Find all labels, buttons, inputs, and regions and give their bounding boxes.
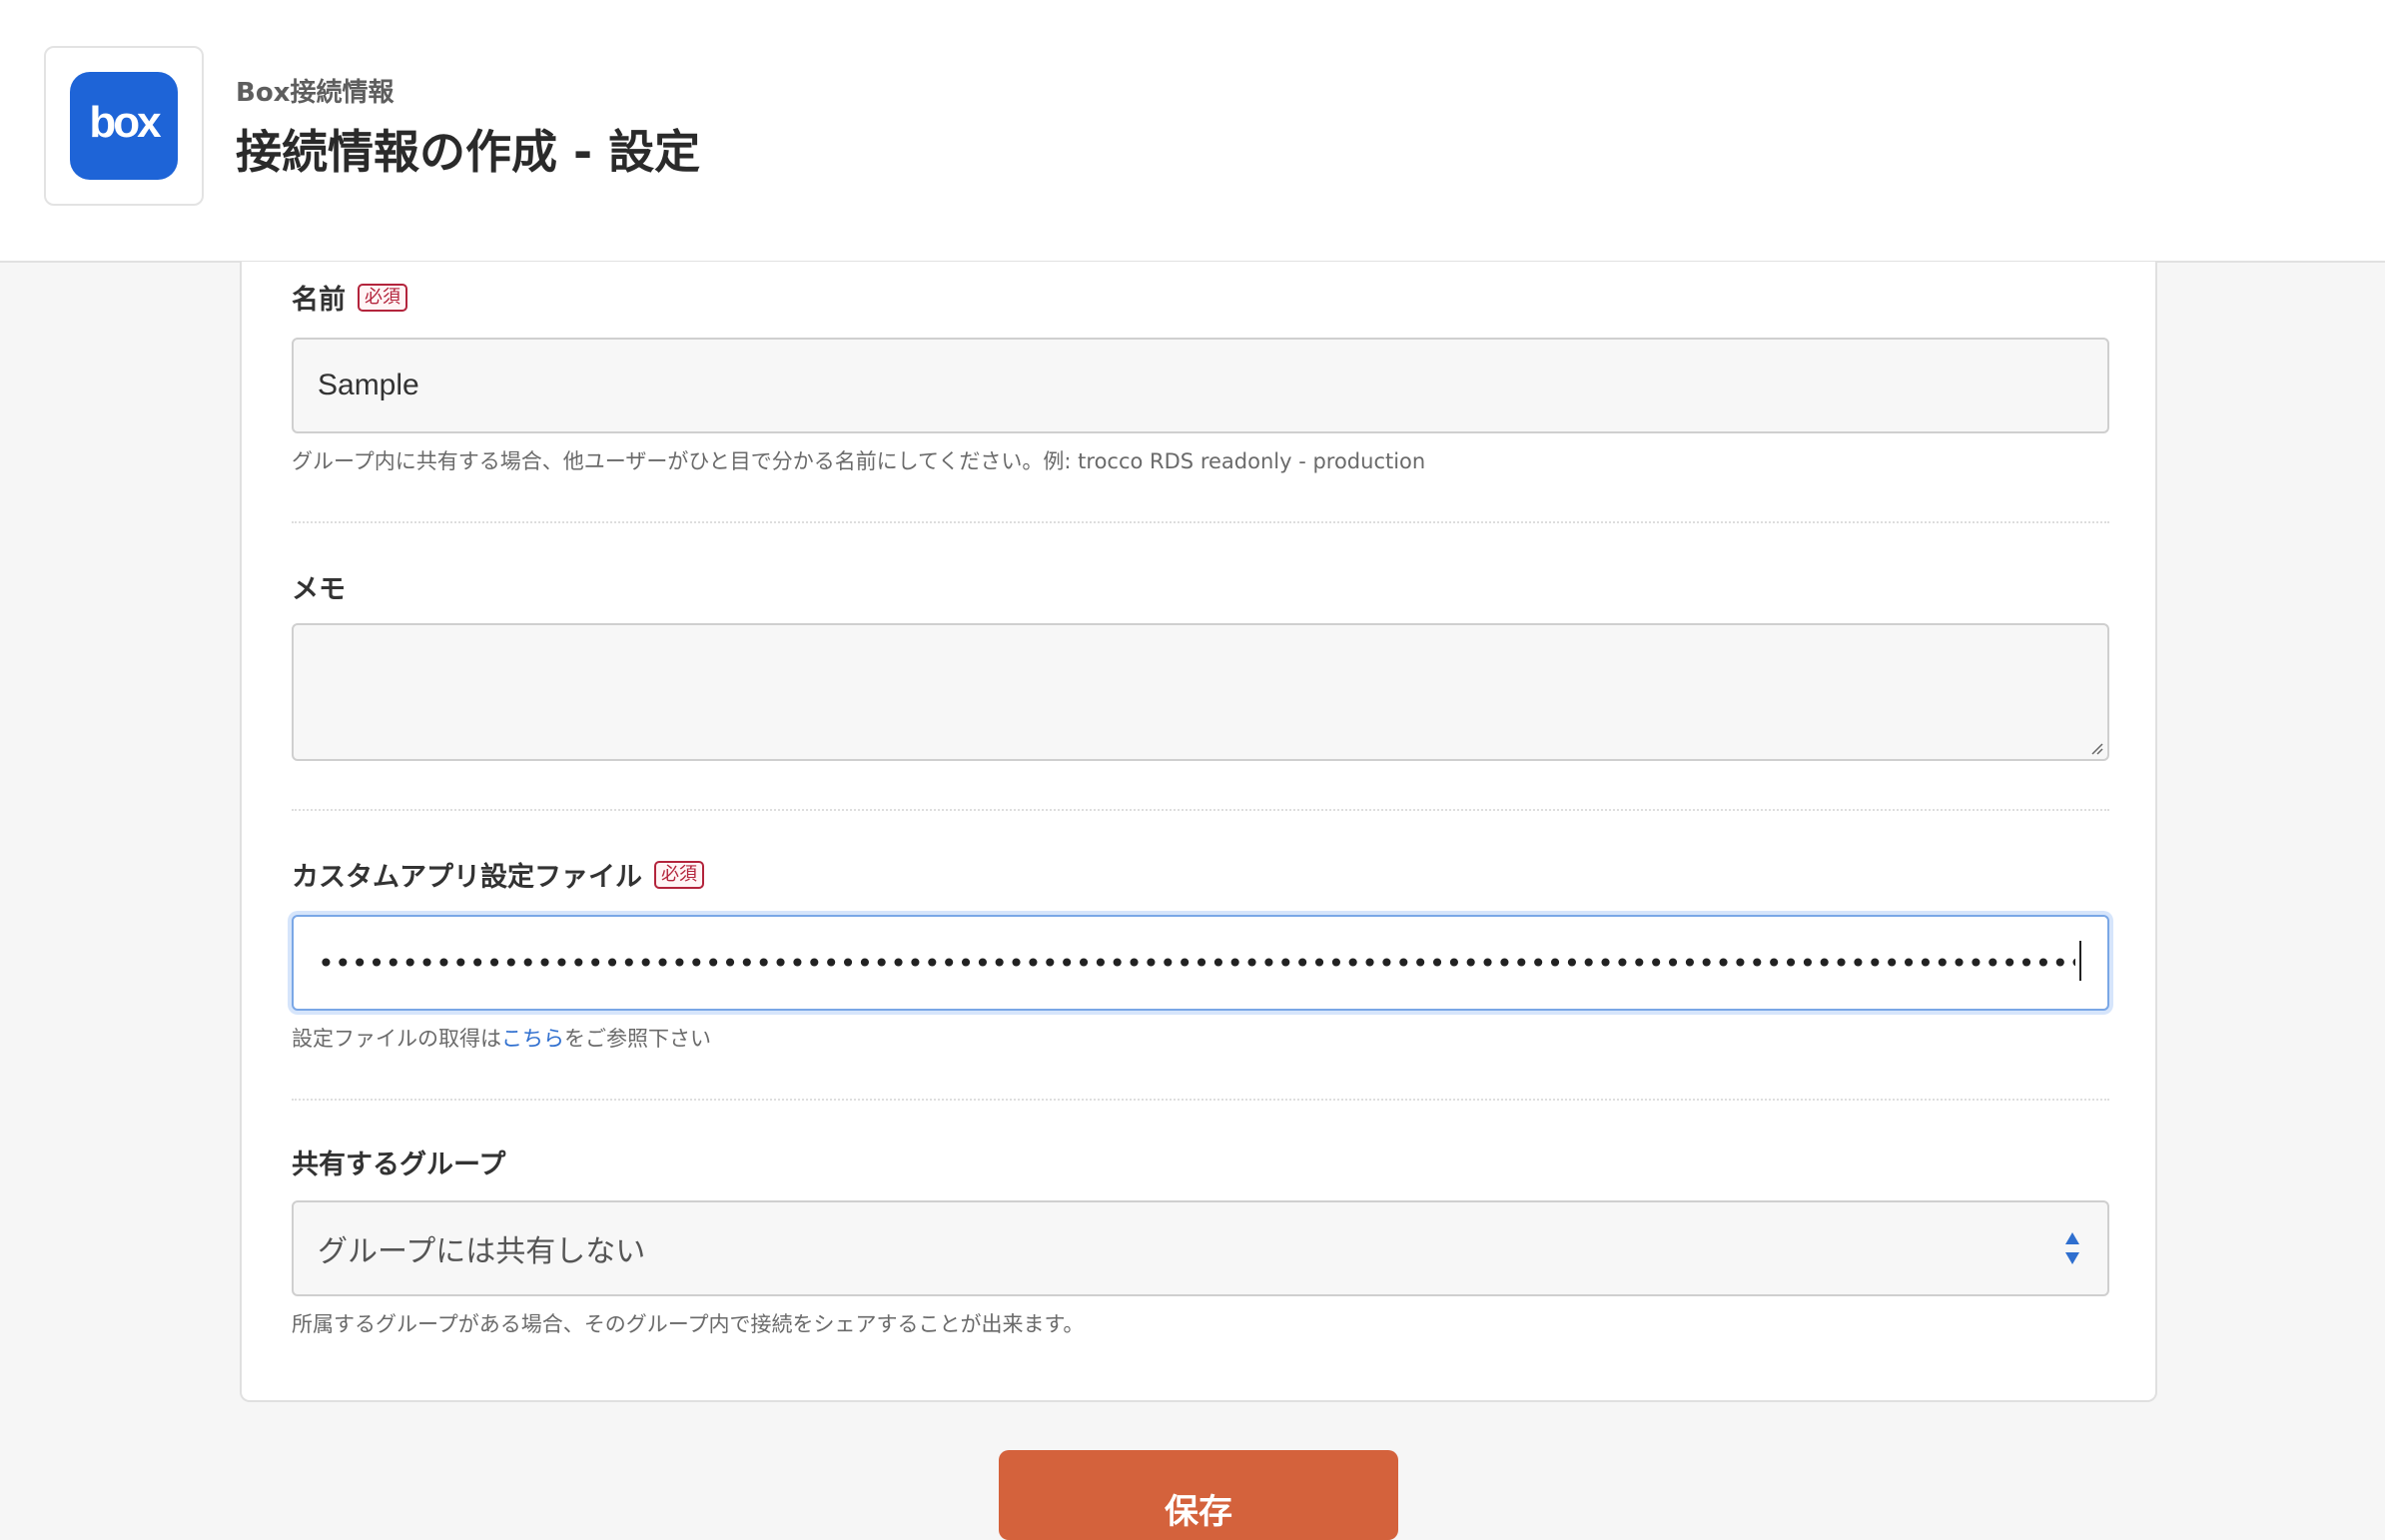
box-logo-tile: box (70, 72, 178, 180)
required-badge: 必須 (358, 283, 407, 312)
name-label: 名前 必須 (292, 278, 407, 317)
memo-textarea[interactable] (292, 623, 2109, 761)
share-group-help: 所属するグループがある場合、そのグループ内で接続をシェアすることが出来ます。 (292, 1312, 1085, 1336)
help-prefix: 設定ファイルの取得は (292, 1027, 501, 1051)
share-group-label: 共有するグループ (292, 1143, 505, 1181)
divider (292, 521, 2109, 523)
text-caret (2079, 941, 2081, 981)
name-label-text: 名前 (292, 285, 346, 316)
page-header: box Box接続情報 接続情報の作成 - 設定 (0, 0, 2385, 263)
custom-app-file-label: カスタムアプリ設定ファイル 必須 (292, 855, 704, 894)
select-arrows-icon (2065, 1232, 2079, 1264)
custom-app-file-input[interactable]: ••••••••••••••••••••••••••••••••••••••••… (292, 915, 2109, 1011)
resize-grip-icon[interactable] (2089, 741, 2103, 755)
required-badge: 必須 (654, 860, 704, 889)
memo-label: メモ (292, 567, 346, 606)
custom-app-file-help: 設定ファイルの取得はこちらをご参照下さい (292, 1023, 711, 1053)
name-input[interactable]: Sample (292, 338, 2109, 433)
help-link[interactable]: こちら (501, 1027, 564, 1051)
breadcrumb[interactable]: Box接続情報 (236, 72, 394, 109)
form-card: 名前 必須 Sample グループ内に共有する場合、他ユーザーがひと目で分かる名… (240, 262, 2157, 1402)
custom-app-file-label-text: カスタムアプリ設定ファイル (292, 862, 642, 893)
help-suffix: をご参照下さい (564, 1027, 711, 1051)
share-group-label-text: 共有するグループ (292, 1150, 506, 1180)
box-logo: box (44, 46, 204, 206)
custom-app-file-masked-value: ••••••••••••••••••••••••••••••••••••••••… (318, 946, 2075, 980)
memo-label-text: メモ (292, 574, 346, 605)
box-logo-text: box (89, 98, 161, 147)
page-title: 接続情報の作成 - 設定 (236, 125, 701, 179)
share-group-select[interactable]: グループには共有しない (292, 1200, 2109, 1296)
share-group-selected: グループには共有しない (318, 1235, 646, 1268)
name-input-value: Sample (318, 369, 419, 401)
divider (292, 1099, 2109, 1101)
name-help: グループ内に共有する場合、他ユーザーがひと目で分かる名前にしてください。例: t… (292, 449, 1426, 473)
divider (292, 809, 2109, 811)
save-button[interactable]: 保存 (999, 1450, 1398, 1540)
